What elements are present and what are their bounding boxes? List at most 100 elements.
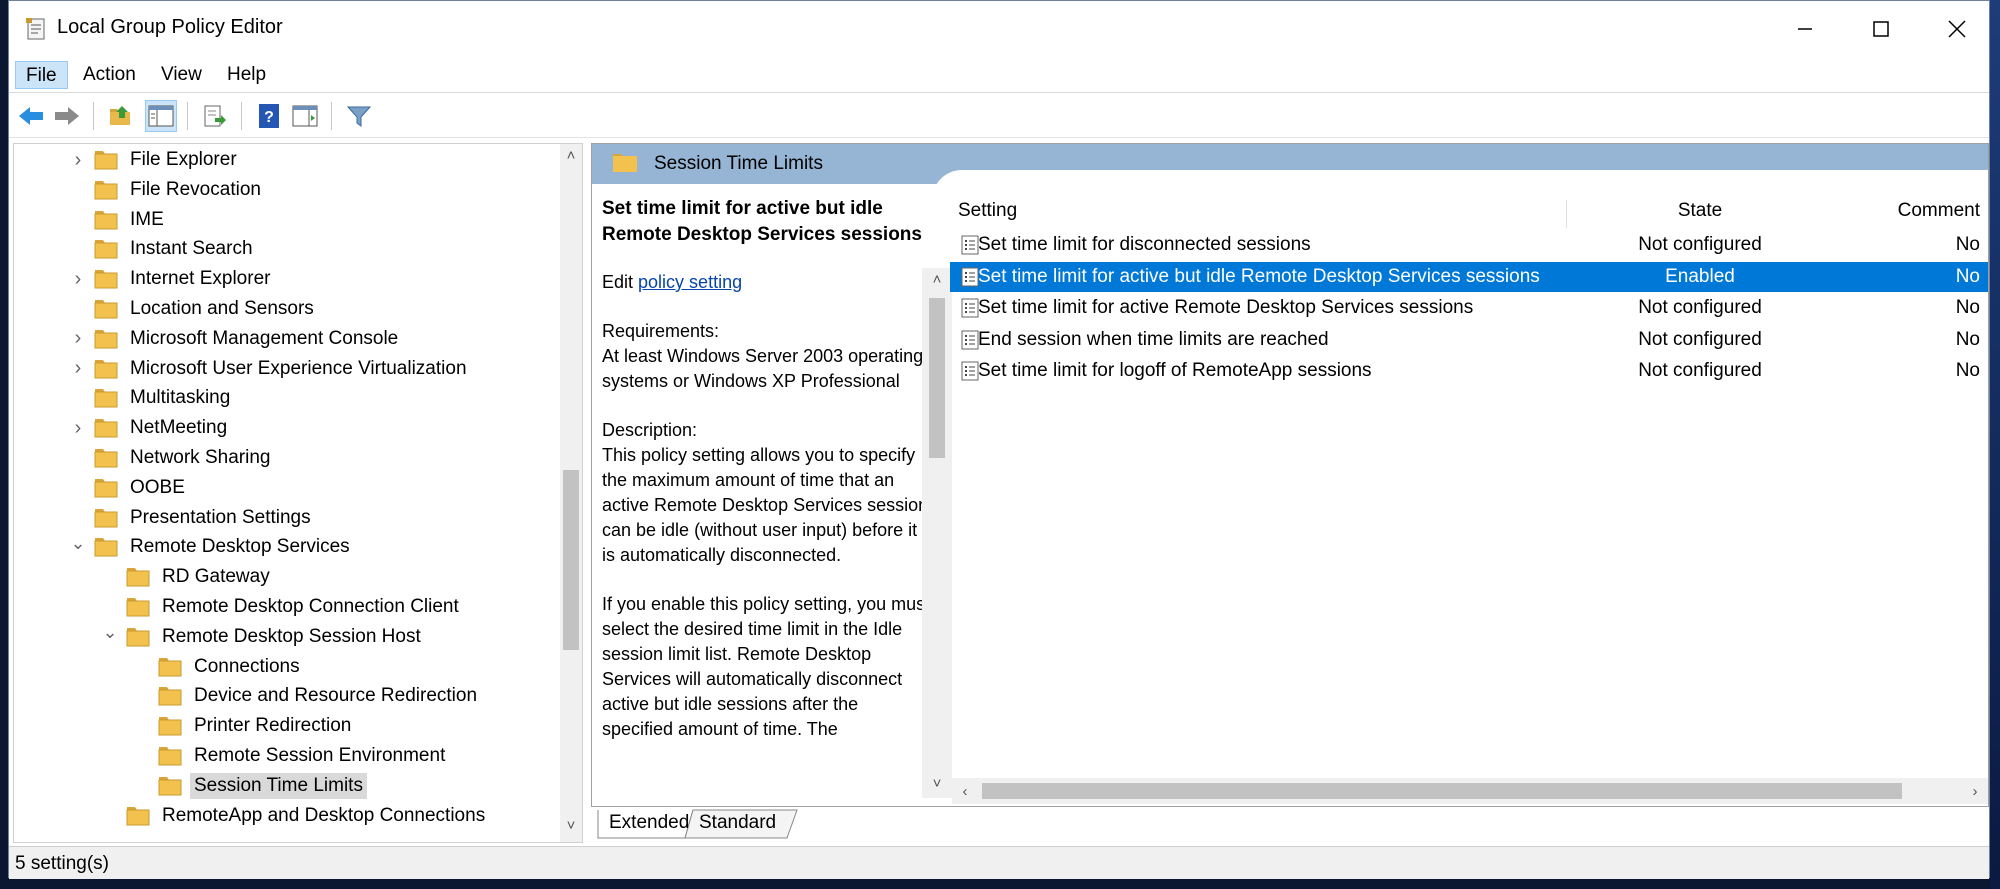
table-row[interactable]: Set time limit for disconnected sessions… xyxy=(950,230,1988,260)
title-bar[interactable]: Local Group Policy Editor xyxy=(9,1,1989,57)
tree-item[interactable]: ⌄ Remote Desktop Services xyxy=(70,533,354,561)
tree-item-label: Remote Session Environment xyxy=(194,745,446,766)
tree-item-label: Session Time Limits xyxy=(190,772,367,799)
chevron-up-icon[interactable]: ˄ xyxy=(926,268,948,290)
tree-item[interactable]: Instant Search xyxy=(94,235,257,263)
tree-item[interactable]: Location and Sensors xyxy=(94,295,318,323)
menu-bar: File Action View Help xyxy=(9,57,1989,93)
chevron-right-icon[interactable]: › xyxy=(1964,780,1986,802)
list-scroll-thumb[interactable] xyxy=(982,783,1902,799)
cell-state: Not configured xyxy=(1638,328,1762,350)
tree-item[interactable]: ⌄ Remote Desktop Session Host xyxy=(102,622,425,651)
chevron-right-icon[interactable]: › xyxy=(68,355,88,383)
minimize-button[interactable] xyxy=(1767,1,1843,57)
edit-policy-setting-link[interactable]: policy setting xyxy=(638,272,742,292)
menu-view[interactable]: View xyxy=(151,61,212,89)
folder-icon xyxy=(126,568,150,587)
tree-item-label: Connections xyxy=(194,655,300,677)
chevron-down-icon[interactable]: ˅ xyxy=(926,772,948,794)
folder-icon xyxy=(94,210,118,230)
tree-item[interactable]: RemoteApp and Desktop Connections xyxy=(126,802,489,830)
chevron-right-icon[interactable]: › xyxy=(68,265,88,293)
table-row[interactable]: End session when time limits are reached… xyxy=(950,325,1988,355)
tree-item[interactable]: Remote Session Environment xyxy=(158,742,449,770)
folder-icon xyxy=(126,598,150,617)
description-scroll-thumb[interactable] xyxy=(929,298,945,458)
tree-item[interactable]: Connections xyxy=(158,653,304,681)
tree-item[interactable]: › Internet Explorer xyxy=(75,265,274,293)
chevron-down-icon[interactable]: ⌄ xyxy=(68,529,88,557)
tree-item[interactable]: Presentation Settings xyxy=(94,504,315,532)
toolbar-separator xyxy=(93,102,94,130)
cell-setting: Set time limit for active but idle Remot… xyxy=(978,265,1540,287)
tree-item[interactable]: › File Explorer xyxy=(75,146,241,174)
cell-state: Not configured xyxy=(1638,234,1762,255)
column-comment[interactable]: Comment xyxy=(1830,194,1980,228)
tree-scroll-thumb[interactable] xyxy=(563,470,579,650)
back-button[interactable] xyxy=(15,100,47,132)
expander-placeholder xyxy=(132,653,152,681)
show-hide-console-tree-button[interactable] xyxy=(145,100,177,132)
console-tree[interactable]: › File Explorer File Revocation IME Instant … xyxy=(13,143,583,843)
chevron-up-icon[interactable]: ˄ xyxy=(560,144,582,166)
help-button[interactable]: ? xyxy=(253,100,285,132)
table-row[interactable]: Set time limit for logoff of RemoteApp s… xyxy=(950,356,1988,386)
table-row[interactable]: Set time limit for active Remote Desktop… xyxy=(950,293,1988,323)
maximize-button[interactable] xyxy=(1843,1,1919,57)
expander-placeholder xyxy=(68,444,88,472)
column-state[interactable]: State xyxy=(1590,194,1810,228)
chevron-down-icon[interactable]: ⌄ xyxy=(100,619,120,647)
forward-button[interactable] xyxy=(51,100,83,132)
expander-placeholder xyxy=(132,682,152,710)
chevron-down-icon[interactable]: ˅ xyxy=(560,814,582,836)
tree-item[interactable]: Printer Redirection xyxy=(158,712,355,740)
tree-item[interactable]: RD Gateway xyxy=(126,563,274,591)
tree-item[interactable]: Device and Resource Redirection xyxy=(158,682,481,710)
tab-extended[interactable]: Extended xyxy=(599,809,699,839)
expander-placeholder xyxy=(68,295,88,323)
tree-item[interactable]: Remote Desktop Connection Client xyxy=(126,593,463,621)
tree-item[interactable]: File Revocation xyxy=(94,176,265,204)
cell-state: Enabled xyxy=(1665,265,1735,287)
tree-item[interactable]: Session Time Limits xyxy=(158,772,367,800)
chevron-left-icon[interactable]: ‹ xyxy=(954,780,976,802)
pane-header-title: Session Time Limits xyxy=(654,153,823,174)
description-scrollbar[interactable]: ˄ ˅ xyxy=(922,268,952,798)
menu-action[interactable]: Action xyxy=(73,61,146,89)
folder-icon xyxy=(94,419,118,438)
close-button[interactable] xyxy=(1919,1,1995,57)
folder-icon xyxy=(126,627,150,647)
expander-placeholder xyxy=(100,593,120,621)
menu-help[interactable]: Help xyxy=(217,61,276,89)
filter-button[interactable] xyxy=(343,100,375,132)
show-hide-action-pane-button[interactable] xyxy=(289,100,321,132)
tree-item[interactable]: › Microsoft Management Console xyxy=(75,325,402,353)
column-divider[interactable] xyxy=(1566,200,1567,228)
menu-file[interactable]: File xyxy=(15,61,68,89)
help-icon: ? xyxy=(259,104,279,128)
tree-item[interactable]: Multitasking xyxy=(94,384,234,412)
column-setting[interactable]: Setting xyxy=(958,194,1558,228)
tree-item[interactable]: › NetMeeting xyxy=(75,414,231,442)
tree-item[interactable]: › Microsoft User Experience Virtualizatio… xyxy=(75,355,471,383)
chevron-right-icon[interactable]: › xyxy=(68,325,88,353)
tree-item[interactable]: OOBE xyxy=(94,474,189,502)
tree-scrollbar[interactable]: ˄ ˅ xyxy=(560,144,582,842)
folder-icon xyxy=(94,300,118,319)
tab-standard[interactable]: Standard xyxy=(689,809,786,839)
folder-up-icon xyxy=(110,106,130,125)
list-horizontal-scrollbar[interactable]: ‹ › xyxy=(952,778,1988,804)
settings-list[interactable]: Setting State Comment Set time limit for… xyxy=(950,194,1988,759)
tree-item-label: File Explorer xyxy=(130,149,237,170)
chevron-right-icon[interactable]: › xyxy=(68,414,88,442)
up-one-level-button[interactable] xyxy=(105,100,137,132)
tree-item[interactable]: Network Sharing xyxy=(94,444,274,472)
folder-icon xyxy=(94,389,118,408)
tree-item[interactable]: IME xyxy=(94,206,168,234)
export-list-button[interactable] xyxy=(199,100,231,132)
chevron-right-icon[interactable]: › xyxy=(68,146,88,174)
cell-setting: End session when time limits are reached xyxy=(978,328,1329,350)
table-row[interactable]: Set time limit for active but idle Remot… xyxy=(950,261,1988,292)
console-tree-icon xyxy=(148,105,174,127)
expander-placeholder xyxy=(100,802,120,830)
